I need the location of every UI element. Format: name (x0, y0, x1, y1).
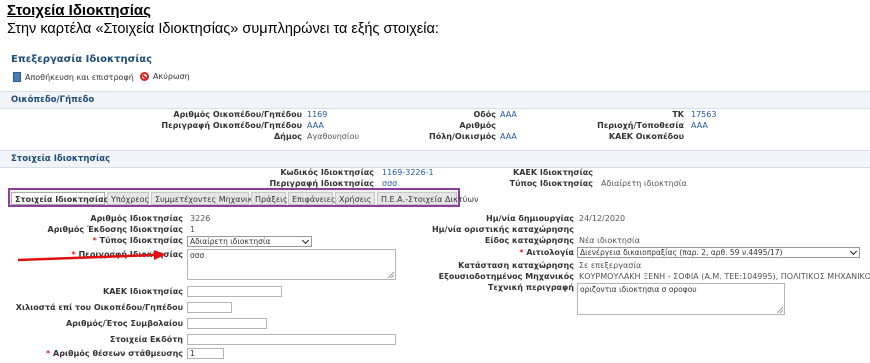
tab-networks[interactable]: Π.Ε.Α.-Στοιχεία Δικτύων (377, 192, 479, 205)
plot-number-value: 1169 (307, 110, 328, 119)
resize-grip-icon (777, 307, 783, 313)
plot-description-value: AAA (307, 121, 324, 130)
municipality-label: Δήμος (273, 132, 302, 141)
type-select[interactable]: Αδιαίρετη ιδιοκτησία (187, 236, 312, 247)
zip-label: ΤΚ (672, 110, 684, 119)
cancel-button[interactable]: Ακύρωση (140, 72, 190, 81)
ownership-desc-label: Περιγραφή Ιδιοκτησίας (269, 179, 374, 188)
zip-value: 17563 (691, 110, 717, 119)
description-textarea[interactable]: σσσ (187, 249, 396, 280)
app-screenshot: Επεξεργασία Ιδιοκτησίας Αποθήκευση και ε… (0, 47, 870, 363)
city-label: Πόλη/Οικισμός (429, 132, 496, 141)
resize-grip-icon (388, 272, 394, 278)
parking-label: * Αριθμός θέσεων στάθμευσης (46, 349, 183, 358)
tab-uses[interactable]: Χρήσεις (335, 192, 375, 205)
ownership-section-title: Στοιχεία Ιδιοκτησίας (11, 154, 111, 164)
tab-obligor[interactable]: Υπόχρεος (107, 192, 149, 205)
kaek-label: ΚΑΕΚ Ιδιοκτησίας (103, 287, 183, 296)
ownership-type-value: Αδιαίρετη ιδιοκτησία (601, 179, 687, 188)
ownership-kaek-label: ΚΑΕΚ Ιδιοκτησίας (513, 168, 593, 177)
document-title: Στοιχεία Ιδιοκτησίας (7, 2, 151, 19)
owner-number-label: Αριθμός Ιδιοκτησίας (90, 214, 183, 223)
parking-input[interactable]: 1 (187, 348, 224, 359)
type-label: * Τύπος Ιδιοκτησίας (92, 236, 183, 245)
reason-select[interactable]: Διενέργεια δικαιοπραξίας (παρ. 2, αρθ. 5… (577, 247, 860, 258)
chevron-down-icon (849, 248, 858, 256)
page-title: Επεξεργασία Ιδιοκτησίας (11, 54, 153, 65)
registration-type-label: Είδος καταχώρησης (484, 236, 574, 245)
ownership-code-label: Κωδικός Ιδιοκτησίας (280, 168, 374, 177)
engineer-value: ΚΟΥΡΜΟΥΛΑΚΗ ΞΕΝΗ - ΣΟΦΙΑ (Α.Μ. ΤΕΕ:10499… (579, 272, 870, 281)
municipality-value: Αγαθονησίου (307, 132, 360, 141)
version-value: 1 (190, 225, 196, 234)
technical-description-label: Τεχνική περιγραφή (487, 283, 574, 292)
tab-acts[interactable]: Πράξεις (251, 192, 288, 205)
plot-section-title: Οικόπεδο/Γήπεδο (11, 95, 95, 105)
chevron-down-icon (301, 237, 310, 245)
plot-number-label: Αριθμός Οικοπέδου/Γηπέδου (173, 110, 302, 119)
ownership-desc-value: σσσ (382, 179, 398, 188)
city-value: AAA (500, 132, 517, 141)
area-label: Περιοχή/Τοποθεσία (597, 121, 684, 130)
technical-description-textarea[interactable]: οριζοντια ιδιοκτησια σ οροφου (577, 283, 785, 315)
red-arrow-annotation (18, 250, 166, 262)
area-value: AAA (691, 121, 708, 130)
street-value: AAA (500, 110, 517, 119)
owner-number-value: 3226 (190, 214, 211, 223)
tab-engineers[interactable]: Συμμετέχοντες Μηχανικοί (151, 192, 260, 205)
save-and-return-button[interactable]: Αποθήκευση και επιστροφή (13, 72, 134, 82)
permille-input[interactable] (187, 302, 232, 313)
street-number-label: Αριθμός (459, 121, 496, 130)
save-icon (13, 72, 21, 82)
final-date-label: Ημ/νία οριστικής καταχώρησης (431, 225, 574, 234)
document-text: Στην καρτέλα «Στοιχεία Ιδιοκτησίας» συμπ… (7, 21, 439, 37)
street-label: Οδός (473, 110, 496, 119)
created-date-value: 24/12/2020 (579, 214, 626, 223)
plot-section-header (0, 91, 870, 109)
contract-label: Αριθμός/Έτος Συμβολαίου (65, 319, 183, 328)
issuer-label: Στοιχεία Εκδότη (109, 335, 183, 344)
tab-ownership-details[interactable]: Στοιχεία Ιδιοκτησίας (11, 192, 108, 205)
ownership-section-header (0, 150, 870, 168)
created-date-label: Ημ/νία δημιουργίας (486, 214, 574, 223)
registration-type-value: Νέα ιδιοκτησία (579, 236, 640, 245)
issuer-input[interactable] (187, 334, 396, 345)
tabs-highlight: Στοιχεία Ιδιοκτησίας Υπόχρεος Συμμετέχον… (8, 188, 479, 207)
permille-label: Χιλιοστά επί του Οικοπέδου/Γηπέδου (15, 303, 183, 312)
cancel-icon (140, 72, 149, 81)
version-label: Αριθμός Έκδοσης Ιδιοκτησίας (47, 225, 184, 234)
reason-label: * Αιτιολογία (519, 248, 574, 257)
ownership-code-value: 1169-3226-1 (382, 168, 434, 177)
tab-surfaces[interactable]: Επιφάνειες (288, 192, 336, 205)
status-value: Σε επεξεργασία (579, 261, 642, 270)
contract-input[interactable] (187, 318, 267, 329)
plot-description-label: Περιγραφή Οικοπέδου/Γηπέδου (161, 121, 302, 130)
ownership-type-label: Τύπος Ιδιοκτησίας (509, 179, 593, 188)
status-label: Κατάσταση καταχώρησης (458, 261, 574, 270)
plot-kaek-label: ΚΑΕΚ Οικοπέδου (608, 132, 684, 141)
engineer-label: Εξουσιοδοτημένος Μηχανικός (438, 272, 574, 281)
kaek-input[interactable] (187, 286, 282, 297)
